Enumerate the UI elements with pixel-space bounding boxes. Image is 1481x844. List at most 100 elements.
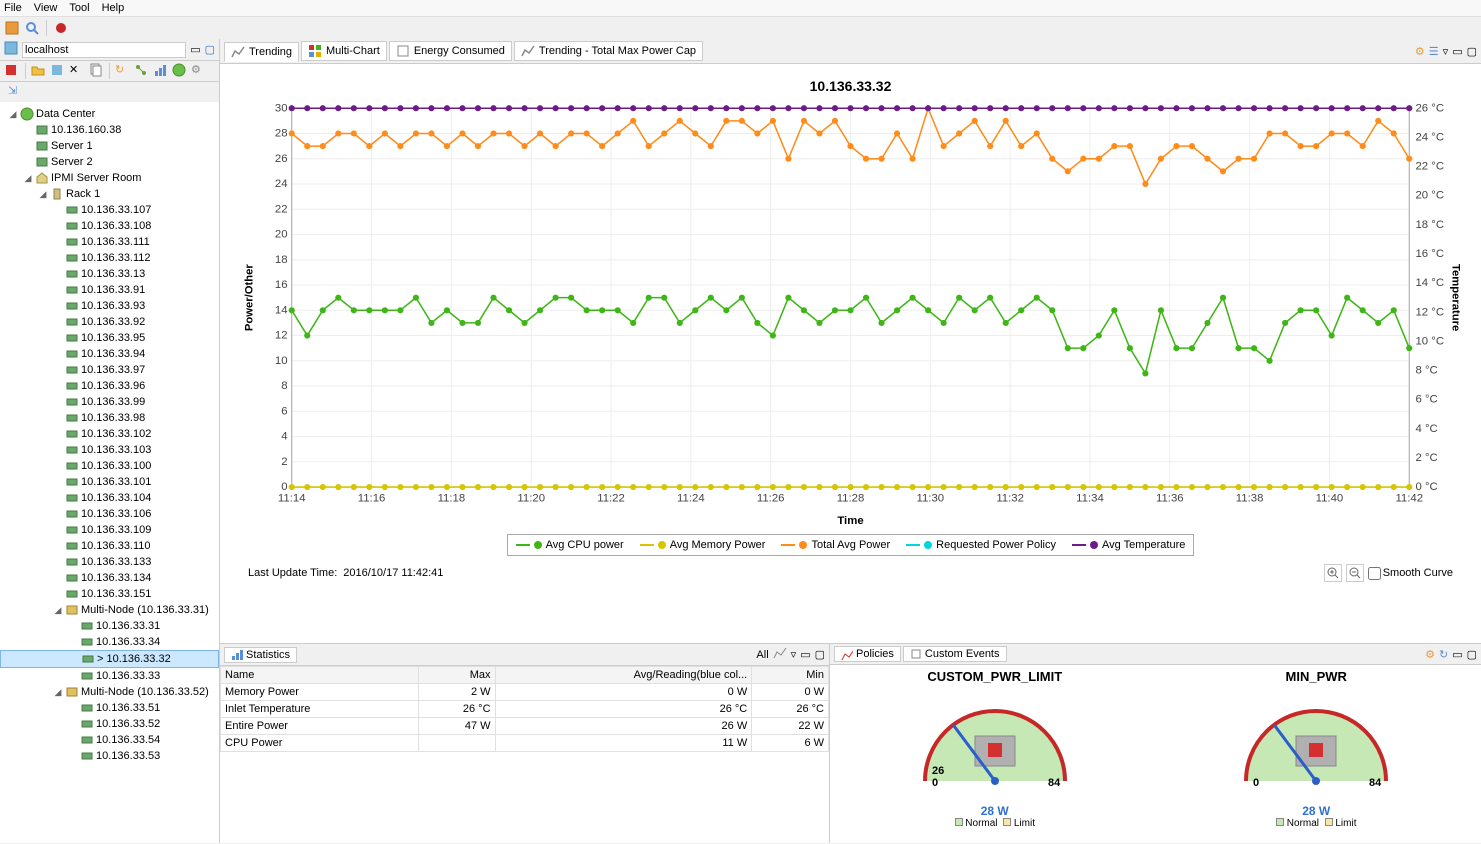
dropdown-icon[interactable]: ⇲: [8, 84, 24, 100]
pol-refresh-icon[interactable]: ↻: [1439, 648, 1448, 661]
legend-item[interactable]: Requested Power Policy: [906, 539, 1056, 551]
db-icon[interactable]: [4, 20, 20, 36]
tree-node[interactable]: 10.136.33.103: [0, 442, 219, 458]
tree-node[interactable]: 10.136.33.100: [0, 458, 219, 474]
tree-node[interactable]: 10.136.33.98: [0, 410, 219, 426]
stats-max-icon[interactable]: ▢: [815, 648, 825, 661]
stats-dropdown-icon[interactable]: ▿: [791, 648, 797, 661]
tree-node[interactable]: ◢Multi-Node (10.136.33.52): [0, 684, 219, 700]
col-header[interactable]: Avg/Reading(blue col...: [495, 667, 752, 684]
minimize-panel-icon[interactable]: ▭: [190, 43, 200, 56]
legend-item[interactable]: Avg Memory Power: [640, 539, 766, 551]
tree-node[interactable]: 10.136.33.34: [0, 634, 219, 650]
tab-custom-events[interactable]: Custom Events: [903, 646, 1007, 662]
tree-twisty[interactable]: ◢: [53, 605, 63, 616]
tree-node[interactable]: 10.136.33.110: [0, 538, 219, 554]
stats-min-icon[interactable]: ▭: [800, 648, 810, 661]
tree-node[interactable]: 10.136.33.134: [0, 570, 219, 586]
tree-node[interactable]: 10.136.33.95: [0, 330, 219, 346]
tree-twisty[interactable]: ◢: [8, 109, 18, 120]
table-row[interactable]: CPU Power11 W6 W: [221, 735, 829, 752]
min-icon[interactable]: ▿: [1443, 45, 1449, 58]
save-icon[interactable]: [50, 63, 66, 79]
tree-node[interactable]: 10.136.33.108: [0, 218, 219, 234]
open-icon[interactable]: [31, 63, 47, 79]
tab-policies[interactable]: Policies: [834, 646, 901, 662]
menu-tool[interactable]: Tool: [69, 2, 89, 14]
stop-icon[interactable]: [4, 63, 20, 79]
tree-node[interactable]: 10.136.33.31: [0, 618, 219, 634]
tree-node[interactable]: 10.136.33.13: [0, 266, 219, 282]
legend-item[interactable]: Avg Temperature: [1072, 539, 1185, 551]
col-header[interactable]: Max: [418, 667, 495, 684]
gear-icon[interactable]: ⚙: [191, 63, 207, 79]
tree-node[interactable]: 10.136.33.133: [0, 554, 219, 570]
tree-node[interactable]: 10.136.33.97: [0, 362, 219, 378]
tree-twisty[interactable]: ◢: [53, 687, 63, 698]
tree-node[interactable]: 10.136.33.104: [0, 490, 219, 506]
pol-settings-icon[interactable]: ⚙: [1425, 648, 1435, 661]
max-icon[interactable]: ▢: [1467, 45, 1477, 58]
stats-chart-icon[interactable]: [773, 646, 787, 663]
tree-node[interactable]: ◢Data Center: [0, 106, 219, 122]
tree-node[interactable]: Server 1: [0, 138, 219, 154]
delete-icon[interactable]: ✕: [69, 63, 85, 79]
tab-multi-chart[interactable]: Multi-Chart: [301, 41, 387, 61]
world-icon[interactable]: [172, 63, 188, 79]
find-icon[interactable]: [24, 20, 40, 36]
table-row[interactable]: Inlet Temperature26 °C26 °C26 °C: [221, 701, 829, 718]
restore-icon[interactable]: ▭: [1452, 45, 1462, 58]
tab-energy-consumed[interactable]: Energy Consumed: [389, 41, 512, 61]
table-row[interactable]: Entire Power47 W26 W22 W: [221, 718, 829, 735]
legend-item[interactable]: Avg CPU power: [516, 539, 624, 551]
tree-node[interactable]: 10.136.33.53: [0, 748, 219, 764]
legend-item[interactable]: Total Avg Power: [781, 539, 890, 551]
tree-node[interactable]: Server 2: [0, 154, 219, 170]
tree-node[interactable]: 10.136.33.92: [0, 314, 219, 330]
menu-view[interactable]: View: [34, 2, 58, 14]
tree-node[interactable]: 10.136.33.102: [0, 426, 219, 442]
tree-node[interactable]: 10.136.33.94: [0, 346, 219, 362]
menu-file[interactable]: File: [4, 2, 22, 14]
tree-node[interactable]: 10.136.33.112: [0, 250, 219, 266]
tree-node[interactable]: 10.136.33.91: [0, 282, 219, 298]
tree-node[interactable]: 10.136.33.109: [0, 522, 219, 538]
tree-node[interactable]: ◢Multi-Node (10.136.33.31): [0, 602, 219, 618]
zoom-out-icon[interactable]: [1346, 564, 1364, 582]
zoom-in-icon[interactable]: [1324, 564, 1342, 582]
tree-twisty[interactable]: ◢: [23, 173, 33, 184]
tree-node[interactable]: 10.136.33.101: [0, 474, 219, 490]
tree-node[interactable]: ◢Rack 1: [0, 186, 219, 202]
tree-node[interactable]: 10.136.33.51: [0, 700, 219, 716]
tree-icon[interactable]: [134, 63, 150, 79]
tree-node[interactable]: 10.136.33.96: [0, 378, 219, 394]
chart-icon[interactable]: [153, 63, 169, 79]
tab-trending---total-max-power-cap[interactable]: Trending - Total Max Power Cap: [514, 41, 703, 61]
maximize-panel-icon[interactable]: ▢: [205, 43, 215, 56]
tree-node[interactable]: 10.136.33.33: [0, 668, 219, 684]
pol-min-icon[interactable]: ▭: [1452, 648, 1462, 661]
filter-all[interactable]: All: [756, 649, 768, 661]
tree-node[interactable]: 10.136.33.107: [0, 202, 219, 218]
settings-icon[interactable]: ⚙: [1415, 45, 1425, 58]
col-header[interactable]: Name: [221, 667, 419, 684]
tree-node[interactable]: > 10.136.33.32: [0, 650, 219, 668]
tab-statistics[interactable]: Statistics: [224, 647, 297, 663]
col-header[interactable]: Min: [752, 667, 829, 684]
tree-twisty[interactable]: ◢: [38, 189, 48, 200]
tree-node[interactable]: 10.136.33.151: [0, 586, 219, 602]
tree-node[interactable]: 10.136.33.54: [0, 732, 219, 748]
smooth-curve-checkbox[interactable]: Smooth Curve: [1368, 567, 1453, 580]
refresh-icon[interactable]: ↻: [115, 63, 131, 79]
tree-node[interactable]: 10.136.33.93: [0, 298, 219, 314]
host-input[interactable]: [22, 42, 186, 58]
record-icon[interactable]: [53, 20, 69, 36]
tree-node[interactable]: 10.136.33.99: [0, 394, 219, 410]
tree-node[interactable]: 10.136.33.52: [0, 716, 219, 732]
list-icon[interactable]: ☰: [1429, 45, 1439, 58]
tree-node[interactable]: 10.136.33.106: [0, 506, 219, 522]
trending-chart[interactable]: 0246810121416182022242628300 °C2 °C4 °C6…: [240, 98, 1461, 528]
menu-help[interactable]: Help: [102, 2, 125, 14]
table-row[interactable]: Memory Power2 W0 W0 W: [221, 684, 829, 701]
pol-max-icon[interactable]: ▢: [1467, 648, 1477, 661]
